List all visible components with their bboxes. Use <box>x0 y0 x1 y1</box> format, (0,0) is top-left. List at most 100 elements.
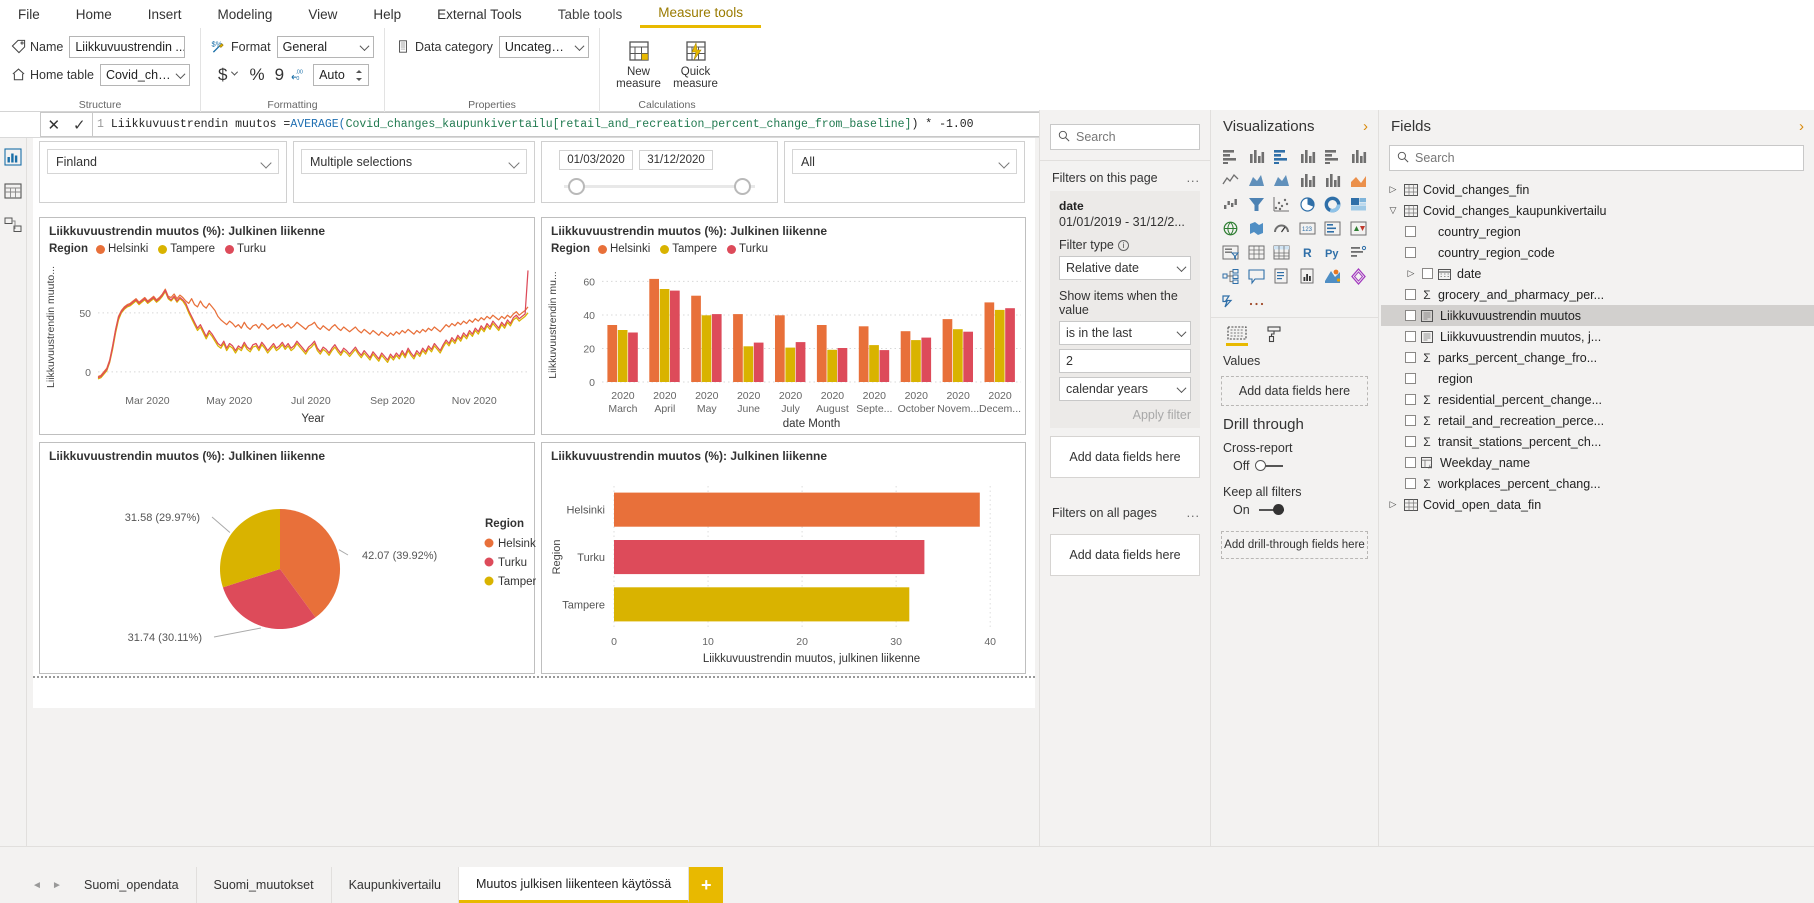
map-icon[interactable] <box>1219 217 1243 239</box>
pie-chart-icon[interactable] <box>1296 193 1320 215</box>
ribbon-tab-table-tools[interactable]: Table tools <box>539 0 641 28</box>
info-icon[interactable]: i <box>1117 239 1129 251</box>
fields-table-Covid_changes_kaupunkivertailu[interactable]: ▽ Covid_changes_kaupunkivertailu <box>1381 200 1814 221</box>
donut-chart-icon[interactable] <box>1321 193 1345 215</box>
fields-item-weekday-name[interactable]: fx Weekday_name <box>1381 452 1814 473</box>
filter-type-select[interactable]: Relative date <box>1059 256 1191 280</box>
values-drop-zone[interactable]: Add data fields here <box>1221 376 1368 406</box>
apply-filter-button[interactable]: Apply filter <box>1059 408 1191 422</box>
table-grid-icon[interactable] <box>2 180 24 202</box>
waterfall-chart-icon[interactable] <box>1219 193 1243 215</box>
filters-all-pages-more-icon[interactable]: ... <box>1187 506 1200 520</box>
slicer-date-range[interactable]: 01/03/2020 31/12/2020 <box>541 141 778 203</box>
area-chart-icon[interactable] <box>1245 169 1269 191</box>
field-checkbox[interactable] <box>1405 415 1416 426</box>
fields-item-date[interactable]: ▷ date <box>1381 263 1814 284</box>
fields-bucket-icon[interactable] <box>1225 326 1249 348</box>
thousands-separator-button[interactable]: 9 <box>270 65 289 85</box>
date-slider-knob-right[interactable] <box>734 178 751 195</box>
chevron-left-icon[interactable]: ◄ <box>27 867 47 903</box>
fields-item-transit-stations-percent-ch-[interactable]: Σtransit_stations_percent_ch... <box>1381 431 1814 452</box>
page-tab-muutos-julkisen-liikenteen-kaytossa[interactable]: Muutos julkisen liikenteen käytössä <box>459 867 690 903</box>
filled-map-icon[interactable] <box>1245 217 1269 239</box>
filter-amount-input[interactable]: 2 <box>1059 349 1191 373</box>
field-checkbox[interactable] <box>1405 247 1416 258</box>
visual-line-chart[interactable]: Liikkuvuustrendin muutos (%): Julkinen l… <box>39 217 535 435</box>
new-measure-button[interactable]: New measure <box>610 34 667 90</box>
field-checkbox[interactable] <box>1405 289 1416 300</box>
field-checkbox[interactable] <box>1405 436 1416 447</box>
filters-search-input[interactable]: Search <box>1050 124 1200 150</box>
filters-all-pages-drop-zone[interactable]: Add data fields here <box>1050 534 1200 576</box>
paginated-report-icon[interactable] <box>1296 265 1320 287</box>
python-visual-icon[interactable]: Py <box>1321 241 1345 263</box>
scatter-chart-icon[interactable] <box>1270 193 1294 215</box>
field-checkbox[interactable] <box>1405 394 1416 405</box>
chevron-right-icon[interactable]: ► <box>47 867 67 903</box>
chevron-down-icon[interactable]: ▽ <box>1387 205 1399 216</box>
ribbon-tab-modeling[interactable]: Modeling <box>200 0 291 28</box>
slicer-country-dropdown[interactable]: Finland <box>47 149 279 174</box>
100-stacked-column-chart-icon[interactable] <box>1347 145 1371 167</box>
stacked-area-chart-icon[interactable] <box>1270 169 1294 191</box>
multi-row-card-icon[interactable] <box>1321 217 1345 239</box>
slicer-all[interactable]: All <box>784 141 1025 203</box>
card-icon[interactable]: 123 <box>1296 217 1320 239</box>
filter-card-date[interactable]: date 01/01/2019 - 31/12/2... Filter type… <box>1050 191 1200 428</box>
legend-item-helsinki[interactable]: Helsinki <box>597 243 650 255</box>
date-slider-knob-left[interactable] <box>568 178 585 195</box>
100-stacked-bar-chart-icon[interactable] <box>1321 145 1345 167</box>
decrease-decimals-icon[interactable]: .00 0 <box>291 67 307 83</box>
check-icon[interactable]: ✓ <box>73 116 86 134</box>
field-checkbox[interactable] <box>1422 268 1433 279</box>
fields-table-Covid_changes_fin[interactable]: ▷ Covid_changes_fin <box>1381 179 1814 200</box>
add-page-button[interactable]: + <box>689 867 724 903</box>
fields-item-retail-and-recreation-perce-[interactable]: Σretail_and_recreation_perce... <box>1381 410 1814 431</box>
slicer-region-dropdown[interactable]: Multiple selections <box>301 149 527 174</box>
visual-column-chart[interactable]: Liikkuvuustrendin muutos (%): Julkinen l… <box>541 217 1026 435</box>
date-from-input[interactable]: 01/03/2020 <box>559 150 633 170</box>
filters-this-page-more-icon[interactable]: ... <box>1187 171 1200 185</box>
arcgis-maps-icon[interactable] <box>1321 265 1345 287</box>
filter-condition-select[interactable]: is in the last <box>1059 321 1191 345</box>
page-tab-suomi-opendata[interactable]: Suomi_opendata <box>67 867 197 903</box>
stepper-arrows[interactable] <box>353 67 365 83</box>
r-script-visual-icon[interactable]: R <box>1296 241 1320 263</box>
page-tab-suomi-muutokset[interactable]: Suomi_muutokset <box>196 867 332 903</box>
matrix-icon[interactable] <box>1270 241 1294 263</box>
fields-search-input[interactable]: Search <box>1389 145 1804 171</box>
home-table-select[interactable]: Covid_changes_kau... <box>99 63 190 86</box>
quick-measure-button[interactable]: Quick measure <box>667 34 724 90</box>
table-icon[interactable] <box>1245 241 1269 263</box>
chevron-right-icon[interactable]: ▷ <box>1405 268 1417 279</box>
legend-item-helsinki[interactable]: Helsinki <box>95 243 148 255</box>
chevron-right-icon[interactable]: ▷ <box>1387 499 1399 510</box>
kpi-icon[interactable] <box>1347 217 1371 239</box>
field-checkbox[interactable] <box>1405 457 1416 468</box>
legend-item-turku[interactable]: Turku <box>727 243 768 255</box>
funnel-chart-icon[interactable] <box>1245 193 1269 215</box>
decomposition-tree-icon[interactable] <box>1219 265 1243 287</box>
fields-item-grocery-and-pharmacy-per-[interactable]: Σgrocery_and_pharmacy_per... <box>1381 284 1814 305</box>
line-clustered-column-chart-icon[interactable] <box>1321 169 1345 191</box>
clustered-bar-chart-icon[interactable] <box>1270 145 1294 167</box>
date-slider-track[interactable] <box>564 178 755 195</box>
field-checkbox[interactable] <box>1405 226 1416 237</box>
data-category-select[interactable]: Uncategorized <box>498 35 589 58</box>
ribbon-tab-measure-tools[interactable]: Measure tools <box>640 0 762 28</box>
fields-item-liikkuvuustrendin-muutos[interactable]: Liikkuvuustrendin muutos <box>1381 305 1814 326</box>
filter-unit-select[interactable]: calendar years <box>1059 377 1191 401</box>
ribbon-tab-insert[interactable]: Insert <box>130 0 200 28</box>
slicer-country[interactable]: Finland <box>39 141 287 203</box>
chevron-right-icon[interactable]: › <box>1799 118 1804 135</box>
key-influencers-icon[interactable] <box>1347 241 1371 263</box>
ribbon-chart-icon[interactable] <box>1347 169 1371 191</box>
line-stacked-column-chart-icon[interactable] <box>1296 169 1320 191</box>
legend-item-tampere[interactable]: Tampere <box>660 243 717 255</box>
model-relationship-icon[interactable] <box>2 214 24 236</box>
fields-item-liikkuvuustrendin-muutos-j-[interactable]: Liikkuvuustrendin muutos, j... <box>1381 326 1814 347</box>
legend-item-tampere[interactable]: Tampere <box>158 243 215 255</box>
drill-through-drop-zone[interactable]: Add drill-through fields here <box>1221 531 1368 559</box>
ribbon-tab-file[interactable]: File <box>0 0 58 28</box>
chevron-right-icon[interactable]: › <box>1363 118 1368 135</box>
